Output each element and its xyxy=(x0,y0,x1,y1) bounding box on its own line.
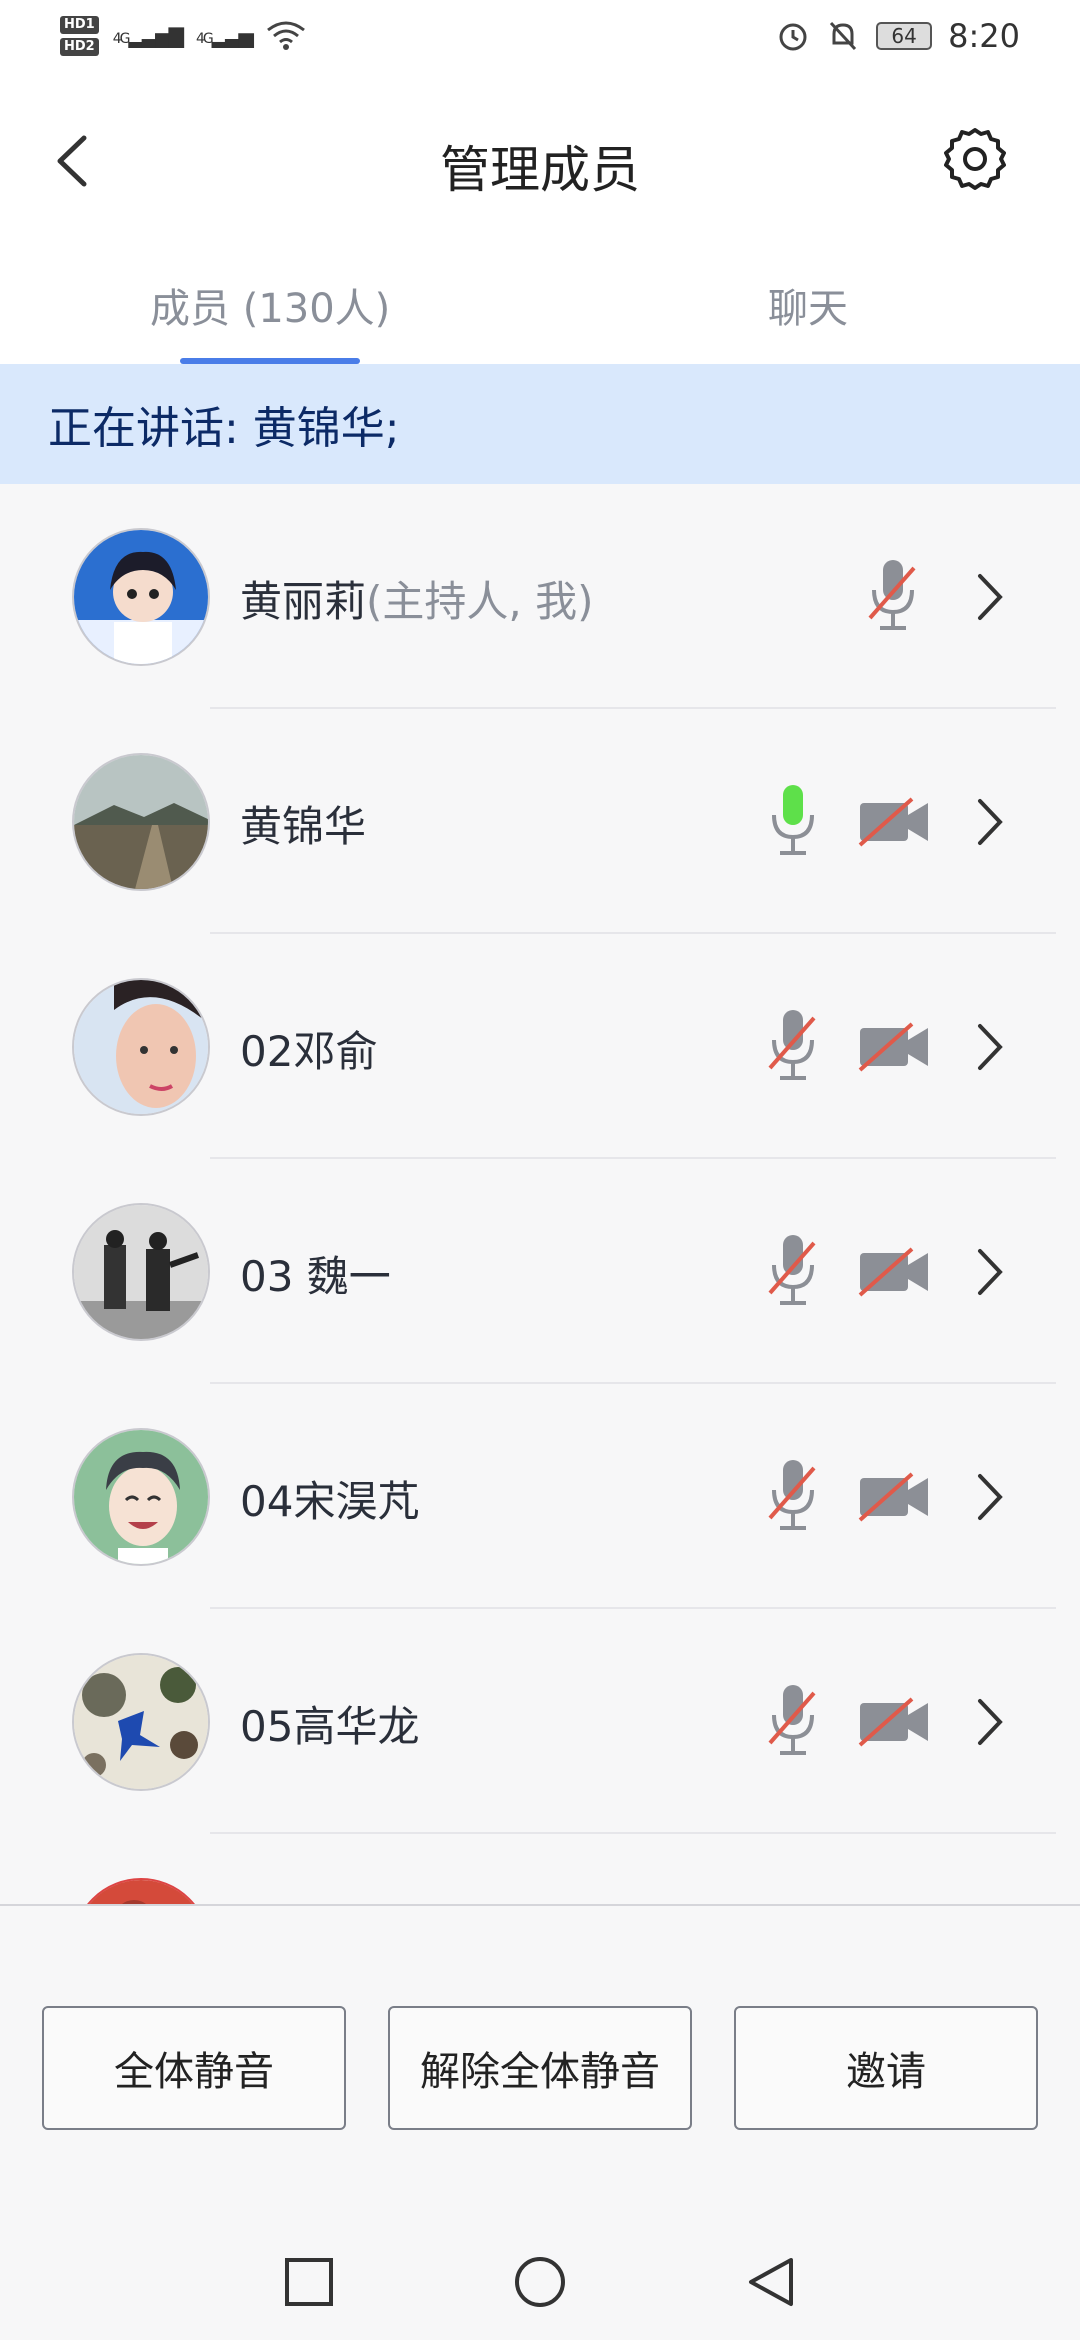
wifi-icon xyxy=(267,21,305,50)
member-name: 黄丽莉(主持人, 我) xyxy=(240,577,594,626)
signal-icon-2: 4G▂▃▅ xyxy=(196,24,254,48)
speaking-banner: 正在讲话: 黄锦华; xyxy=(0,364,1080,484)
battery-indicator: 64 xyxy=(876,22,933,50)
mic-muted-icon[interactable] xyxy=(768,1231,818,1311)
chevron-right-icon[interactable] xyxy=(974,1697,1004,1747)
hd1-badge: HD1 xyxy=(60,16,99,34)
avatar xyxy=(72,1428,210,1566)
member-row[interactable]: 04宋淏芃 xyxy=(0,1384,1080,1609)
tab-members[interactable]: 成员 (130人) xyxy=(150,276,390,334)
tab-bar: 成员 (130人) 聊天 xyxy=(0,248,1080,364)
back-triangle-icon[interactable] xyxy=(743,2254,799,2310)
member-name: 黄锦华 xyxy=(240,802,367,851)
camera-off-icon[interactable] xyxy=(858,1472,930,1522)
camera-off-icon[interactable] xyxy=(858,1697,930,1747)
camera-off-icon[interactable] xyxy=(858,1022,930,1072)
member-row[interactable]: 黄丽莉(主持人, 我) xyxy=(0,484,1080,709)
member-name: 02邓俞 xyxy=(240,1027,378,1076)
chevron-right-icon[interactable] xyxy=(974,1247,1004,1297)
mute-all-button[interactable]: 全体静音 xyxy=(42,2006,346,2130)
avatar xyxy=(72,1878,210,1904)
camera-off-icon[interactable] xyxy=(858,797,930,847)
alarm-icon xyxy=(779,23,807,51)
tab-chat[interactable]: 聊天 xyxy=(768,276,848,334)
avatar xyxy=(72,1653,210,1791)
avatar xyxy=(72,753,210,891)
page-title: 管理成员 xyxy=(440,141,640,199)
hd-indicator: HD1 HD2 xyxy=(60,16,99,56)
status-left: HD1 HD2 4G▂▃▅▇ 4G▂▃▅ xyxy=(60,16,306,56)
member-row[interactable]: 03 魏一 xyxy=(0,1159,1080,1384)
hd2-badge: HD2 xyxy=(60,38,99,56)
mic-muted-icon[interactable] xyxy=(768,1681,818,1761)
recents-square-icon[interactable] xyxy=(281,2254,337,2310)
avatar xyxy=(72,528,210,666)
member-row-partial[interactable] xyxy=(0,1834,1080,1904)
system-nav-bar xyxy=(0,2170,1080,2340)
mic-muted-icon[interactable] xyxy=(768,1456,818,1536)
chevron-right-icon[interactable] xyxy=(974,1472,1004,1522)
bottom-action-bar: 全体静音 解除全体静音 邀请 xyxy=(0,1904,1080,2170)
avatar xyxy=(72,1203,210,1341)
member-name: 04宋淏芃 xyxy=(240,1477,420,1526)
member-list[interactable]: 黄丽莉(主持人, 我) 黄锦华 02邓俞 03 魏一 04宋淏芃 05高华龙 xyxy=(0,484,1080,1904)
status-right: 64 8:20 xyxy=(776,17,1020,55)
chevron-right-icon[interactable] xyxy=(974,1022,1004,1072)
member-row[interactable]: 02邓俞 xyxy=(0,934,1080,1159)
camera-off-icon[interactable] xyxy=(858,1247,930,1297)
mute-bell-icon xyxy=(830,21,857,51)
chevron-right-icon[interactable] xyxy=(974,572,1004,622)
signal-icon: 4G▂▃▅▇ xyxy=(112,24,184,48)
app-header: 管理成员 xyxy=(0,72,1080,248)
home-circle-icon[interactable] xyxy=(512,2254,568,2310)
member-row[interactable]: 黄锦华 xyxy=(0,709,1080,934)
member-row[interactable]: 05高华龙 xyxy=(0,1609,1080,1834)
member-role: (主持人, 我) xyxy=(366,577,594,626)
chevron-right-icon[interactable] xyxy=(974,797,1004,847)
avatar xyxy=(72,978,210,1116)
invite-button[interactable]: 邀请 xyxy=(734,2006,1038,2130)
status-bar: HD1 HD2 4G▂▃▅▇ 4G▂▃▅ 64 8:20 xyxy=(0,0,1080,72)
gear-icon[interactable] xyxy=(942,126,1008,192)
mic-muted-icon[interactable] xyxy=(768,1006,818,1086)
member-name: 05高华龙 xyxy=(240,1702,420,1751)
mic-muted-icon[interactable] xyxy=(868,556,918,636)
mic-active-icon[interactable] xyxy=(768,781,818,861)
clock: 8:20 xyxy=(948,17,1020,55)
member-name: 03 魏一 xyxy=(240,1252,391,1301)
unmute-all-button[interactable]: 解除全体静音 xyxy=(388,2006,692,2130)
